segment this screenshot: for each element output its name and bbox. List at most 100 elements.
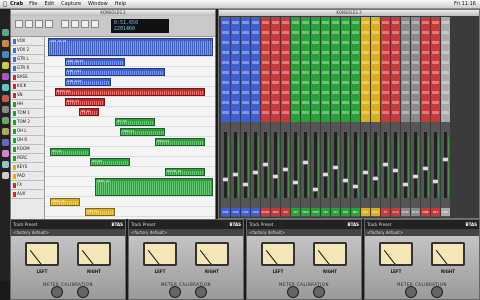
channel-name[interactable]: KCK bbox=[271, 208, 280, 216]
insert-slot[interactable] bbox=[352, 61, 359, 64]
insert-slot[interactable] bbox=[272, 21, 279, 24]
volume-fader[interactable] bbox=[282, 167, 289, 172]
dock-app-icon[interactable] bbox=[1, 139, 9, 146]
insert-slot[interactable] bbox=[222, 61, 229, 64]
zoom-tool-button[interactable] bbox=[61, 20, 69, 28]
insert-slot[interactable] bbox=[402, 31, 409, 34]
insert-slot[interactable] bbox=[382, 71, 389, 74]
insert-slot[interactable] bbox=[302, 51, 309, 54]
insert-slot[interactable] bbox=[282, 91, 289, 94]
audio-clip[interactable]: VOX_02-07 bbox=[65, 58, 125, 66]
insert-slot[interactable] bbox=[352, 31, 359, 34]
channel-name[interactable]: KEY bbox=[361, 208, 370, 216]
channel-name[interactable]: AUX bbox=[391, 208, 400, 216]
insert-slot[interactable] bbox=[362, 31, 369, 34]
apple-menu-icon[interactable]:  bbox=[0, 1, 10, 8]
calibration-knob[interactable] bbox=[195, 286, 207, 298]
insert-slot[interactable] bbox=[312, 51, 319, 54]
insert-slot[interactable] bbox=[272, 111, 279, 114]
insert-slot[interactable] bbox=[382, 21, 389, 24]
insert-slot[interactable] bbox=[312, 111, 319, 114]
preset-selector[interactable]: <factory default> bbox=[247, 229, 361, 236]
insert-slot[interactable] bbox=[412, 61, 419, 64]
insert-slot[interactable] bbox=[242, 51, 249, 54]
channel-name[interactable]: RM bbox=[341, 208, 350, 216]
insert-slot[interactable] bbox=[392, 71, 399, 74]
insert-slot[interactable] bbox=[302, 91, 309, 94]
insert-slot[interactable] bbox=[362, 51, 369, 54]
insert-slot[interactable] bbox=[322, 101, 329, 104]
insert-slot[interactable] bbox=[432, 91, 439, 94]
insert-slot[interactable] bbox=[362, 71, 369, 74]
track-header[interactable]: KICK bbox=[11, 82, 44, 91]
channel-name[interactable]: GTR bbox=[251, 208, 260, 216]
insert-slot[interactable] bbox=[432, 81, 439, 84]
insert-slot[interactable] bbox=[352, 91, 359, 94]
insert-slot[interactable] bbox=[402, 81, 409, 84]
track-header[interactable]: VOX 2 bbox=[11, 46, 44, 55]
insert-slot[interactable] bbox=[262, 101, 269, 104]
insert-slot[interactable] bbox=[262, 111, 269, 114]
insert-slot[interactable] bbox=[422, 111, 429, 114]
channel-name[interactable]: VOX bbox=[231, 208, 240, 216]
insert-slot[interactable] bbox=[322, 61, 329, 64]
insert-slot[interactable] bbox=[292, 91, 299, 94]
dock-app-icon[interactable] bbox=[1, 95, 9, 102]
insert-slot[interactable] bbox=[422, 21, 429, 24]
insert-slot[interactable] bbox=[242, 81, 249, 84]
insert-slot[interactable] bbox=[312, 91, 319, 94]
grid-mode-button[interactable] bbox=[45, 20, 53, 28]
insert-slot[interactable] bbox=[332, 71, 339, 74]
audio-clip[interactable]: TOM_02 bbox=[155, 138, 205, 146]
insert-slot[interactable] bbox=[272, 91, 279, 94]
insert-slot[interactable] bbox=[292, 101, 299, 104]
insert-slot[interactable] bbox=[432, 61, 439, 64]
channel-name[interactable]: PAD bbox=[371, 208, 380, 216]
insert-slot[interactable] bbox=[422, 41, 429, 44]
insert-slot[interactable] bbox=[412, 31, 419, 34]
insert-slot[interactable] bbox=[432, 71, 439, 74]
insert-slot[interactable] bbox=[332, 31, 339, 34]
track-header[interactable]: PAD bbox=[11, 172, 44, 181]
insert-slot[interactable] bbox=[412, 71, 419, 74]
insert-slot[interactable] bbox=[272, 81, 279, 84]
insert-slot[interactable] bbox=[282, 31, 289, 34]
dock-app-icon[interactable] bbox=[1, 172, 9, 179]
insert-slot[interactable] bbox=[382, 51, 389, 54]
insert-slot[interactable] bbox=[362, 61, 369, 64]
insert-slot[interactable] bbox=[352, 101, 359, 104]
audio-clip[interactable]: KEYS_01 bbox=[50, 198, 80, 206]
insert-slot[interactable] bbox=[362, 41, 369, 44]
volume-fader[interactable] bbox=[332, 165, 339, 170]
channel-name[interactable]: GTR bbox=[241, 208, 250, 216]
insert-slot[interactable] bbox=[302, 31, 309, 34]
calibration-knob[interactable] bbox=[77, 286, 89, 298]
insert-slot[interactable] bbox=[382, 41, 389, 44]
insert-slot[interactable] bbox=[332, 111, 339, 114]
insert-slot[interactable] bbox=[362, 111, 369, 114]
track-header[interactable]: VOX bbox=[11, 37, 44, 46]
menu-edit[interactable]: Edit bbox=[44, 1, 54, 7]
insert-slot[interactable] bbox=[242, 91, 249, 94]
insert-slot[interactable] bbox=[422, 71, 429, 74]
insert-slot[interactable] bbox=[312, 101, 319, 104]
shuffle-mode-button[interactable] bbox=[15, 20, 23, 28]
volume-fader[interactable] bbox=[252, 170, 259, 175]
insert-slot[interactable] bbox=[362, 101, 369, 104]
insert-slot[interactable] bbox=[262, 91, 269, 94]
volume-fader[interactable] bbox=[422, 166, 429, 171]
insert-slot[interactable] bbox=[292, 71, 299, 74]
slip-mode-button[interactable] bbox=[25, 20, 33, 28]
volume-fader[interactable] bbox=[352, 184, 359, 189]
insert-slot[interactable] bbox=[332, 91, 339, 94]
insert-slot[interactable] bbox=[422, 51, 429, 54]
insert-slot[interactable] bbox=[432, 41, 439, 44]
channel-name[interactable]: VRB bbox=[421, 208, 430, 216]
channel-name[interactable]: OH bbox=[331, 208, 340, 216]
channel-name[interactable]: PRC bbox=[351, 208, 360, 216]
insert-slot[interactable] bbox=[222, 91, 229, 94]
volume-fader[interactable] bbox=[392, 168, 399, 173]
insert-slot[interactable] bbox=[432, 51, 439, 54]
selector-tool-button[interactable] bbox=[81, 20, 89, 28]
insert-slot[interactable] bbox=[282, 51, 289, 54]
